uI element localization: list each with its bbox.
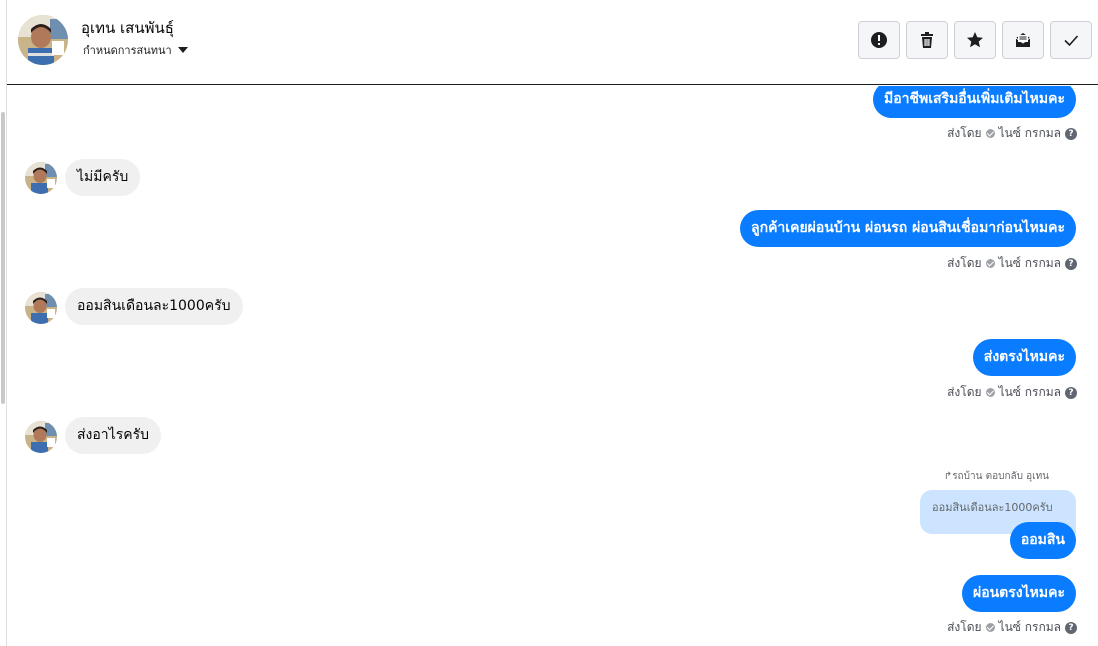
contact-avatar[interactable] xyxy=(25,421,57,453)
sent-by-label: ส่งโดย xyxy=(947,126,982,140)
outgoing-message[interactable]: มีอาชีพเสริมอื่นเพิ่มเติมไหมคะ xyxy=(872,86,1076,118)
reply-note: ↱รถบ้าน ตอบกลับ อุเทน xyxy=(944,469,1049,484)
reply-note-text: รถบ้าน ตอบกลับ อุเทน xyxy=(952,471,1049,482)
help-icon[interactable]: ? xyxy=(1065,386,1077,399)
scrollbar-thumb[interactable] xyxy=(1,112,5,404)
message-thread[interactable]: มีอาชีพเสริมอื่นเพิ่มเติมไหมคะ ส่งโดย ไน… xyxy=(7,86,1098,646)
messenger-window: อุเทน เสนพันธุ์ กำหนดการสนทนา มีอาชีพเสร… xyxy=(0,0,1098,646)
outgoing-message[interactable]: ส่งตรงไหมคะ xyxy=(972,339,1076,376)
conversation-toolbar xyxy=(858,21,1092,59)
star-icon xyxy=(967,32,983,48)
trash-icon xyxy=(921,32,933,48)
sent-by-meta: ส่งโดย ไนซ์ กรกมล ? xyxy=(947,254,1077,273)
left-scroll-track xyxy=(0,0,7,646)
incoming-message[interactable]: ไม่มีครับ xyxy=(65,159,141,196)
contact-name: อุเทน เสนพันธุ์ xyxy=(81,19,174,37)
sent-by-meta: ส่งโดย ไนซ์ กรกมล ? xyxy=(947,124,1077,143)
reply-arrow-icon: ↱ xyxy=(943,471,953,482)
help-icon[interactable]: ? xyxy=(1065,127,1077,140)
sender-name: ไนซ์ กรกมล xyxy=(998,385,1061,399)
seen-check-icon xyxy=(985,259,995,268)
mark-spam-button[interactable] xyxy=(858,21,900,59)
help-icon[interactable]: ? xyxy=(1065,257,1077,270)
seen-check-icon xyxy=(985,623,995,632)
incoming-message[interactable]: ส่งอาไรครับ xyxy=(65,417,161,454)
sent-by-label: ส่งโดย xyxy=(947,256,982,270)
avatar[interactable] xyxy=(18,15,68,65)
assign-conversation-dropdown[interactable]: กำหนดการสนทนา xyxy=(83,41,188,59)
outgoing-message[interactable]: ลูกค้าเคยผ่อนบ้าน ผ่อนรถ ผ่อนสินเชื่อมาก… xyxy=(740,210,1076,247)
sender-name: ไนซ์ กรกมล xyxy=(998,256,1061,270)
mark-unread-icon xyxy=(1015,33,1031,47)
delete-button[interactable] xyxy=(906,21,948,59)
sender-name: ไนซ์ กรกมล xyxy=(998,620,1061,634)
conversation-header: อุเทน เสนพันธุ์ กำหนดการสนทนา xyxy=(7,0,1098,85)
mark-done-button[interactable] xyxy=(1050,21,1092,59)
sent-by-meta: ส่งโดย ไนซ์ กรกมล ? xyxy=(947,383,1077,402)
incoming-message[interactable]: ออมสินเดือนละ1000ครับ xyxy=(65,288,243,325)
star-button[interactable] xyxy=(954,21,996,59)
alert-icon xyxy=(871,32,887,48)
sent-by-meta: ส่งโดย ไนซ์ กรกมล ? xyxy=(947,618,1077,637)
sent-by-label: ส่งโดย xyxy=(947,620,982,634)
check-icon xyxy=(1064,35,1079,47)
caret-down-icon xyxy=(177,47,188,53)
mark-unread-button[interactable] xyxy=(1002,21,1044,59)
seen-check-icon xyxy=(985,129,995,138)
help-icon[interactable]: ? xyxy=(1065,621,1077,634)
contact-avatar[interactable] xyxy=(25,162,57,194)
sent-by-label: ส่งโดย xyxy=(947,385,982,399)
assign-label: กำหนดการสนทนา xyxy=(83,44,172,57)
outgoing-message[interactable]: ออมสิน xyxy=(1009,522,1076,559)
seen-check-icon xyxy=(985,388,995,397)
contact-avatar[interactable] xyxy=(25,292,57,324)
outgoing-message[interactable]: ผ่อนตรงไหมคะ xyxy=(961,575,1076,612)
sender-name: ไนซ์ กรกมล xyxy=(998,126,1061,140)
